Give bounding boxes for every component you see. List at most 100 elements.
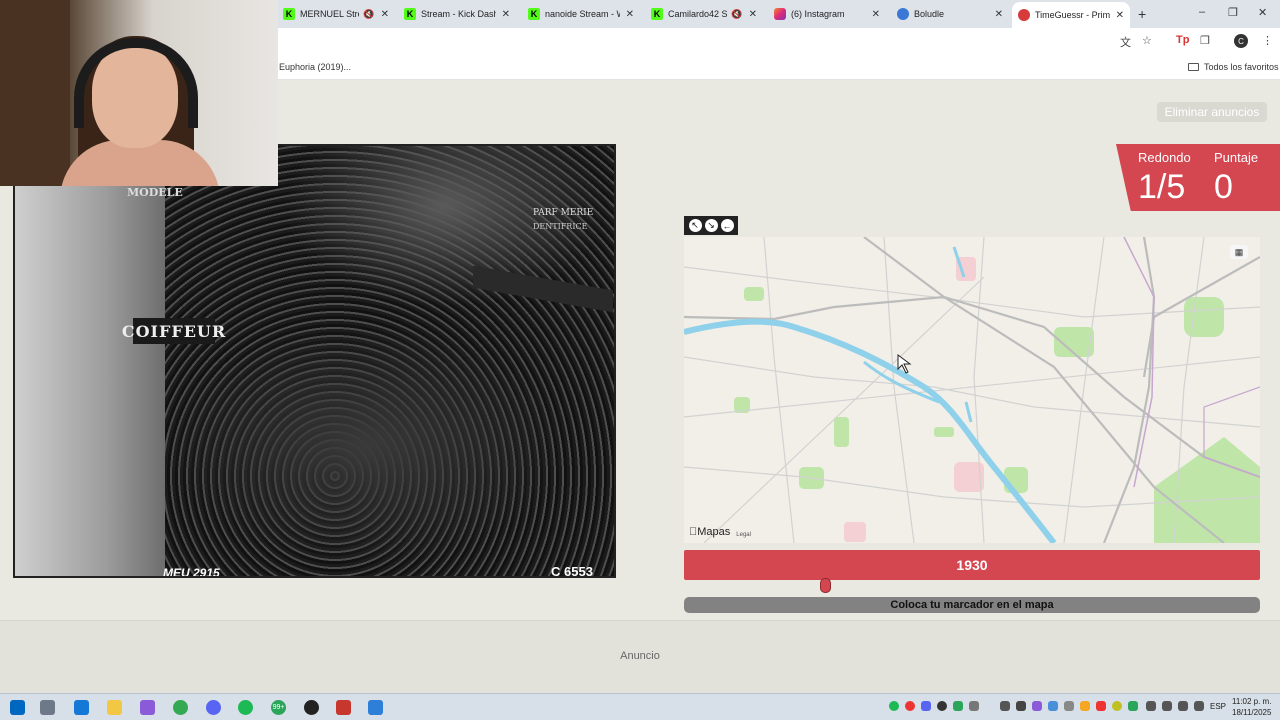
spotify-icon[interactable] — [238, 700, 253, 715]
folder-icon — [1188, 63, 1199, 71]
tray-icon[interactable] — [1112, 701, 1122, 711]
paint-icon[interactable] — [368, 700, 383, 715]
tab-camilardo[interactable]: K Camilardo42 Stre 🔇 ✕ — [645, 2, 763, 26]
chrome-icon[interactable] — [173, 700, 188, 715]
map-attribution-label: Mapas — [689, 526, 730, 538]
discord-icon[interactable] — [206, 700, 221, 715]
tray-icon[interactable] — [1064, 701, 1074, 711]
restore-icon[interactable]: ❐ — [1228, 6, 1238, 19]
bookmark-star-icon[interactable]: ☆ — [1142, 34, 1152, 47]
discord-tray-icon[interactable] — [921, 701, 931, 711]
tab-kick-dashboard[interactable]: K Stream - Kick Dashbo ✕ — [398, 2, 516, 26]
historic-photo: MODELE COIFFEUR PARF MERIE DENTIFRICE ME… — [13, 144, 616, 578]
tab-label: Camilardo42 Stre — [668, 9, 728, 19]
sign-dentifrice: DENTIFRICE — [533, 222, 588, 231]
close-icon[interactable]: ✕ — [995, 9, 1003, 20]
kick-icon: K — [528, 8, 540, 20]
translate-icon[interactable]: 文 — [1120, 34, 1131, 50]
network-icon[interactable] — [1162, 701, 1172, 711]
tray-icon[interactable] — [1048, 701, 1058, 711]
tray-icon[interactable] — [1080, 701, 1090, 711]
close-icon[interactable]: ✕ — [749, 9, 757, 20]
tray-icon[interactable] — [1000, 701, 1010, 711]
tab-label: Stream - Kick Dashbo — [421, 9, 496, 19]
extensions-puzzle-icon[interactable]: ❐ — [1200, 34, 1210, 47]
tray-icon[interactable] — [1128, 701, 1138, 711]
file-explorer-icon[interactable] — [107, 700, 122, 715]
year-display: 1930 — [684, 550, 1260, 580]
close-icon[interactable]: ✕ — [502, 9, 510, 20]
map-legal-link[interactable]: Legal — [736, 532, 751, 538]
obs-tray-icon[interactable] — [937, 701, 947, 711]
sign-parfumerie: PARF MERIE — [533, 208, 594, 218]
new-tab-button[interactable]: + — [1138, 6, 1146, 22]
close-icon[interactable]: ✕ — [872, 9, 880, 20]
score-value: 0 — [1214, 168, 1233, 206]
clock-date: 18/11/2025 — [1232, 708, 1272, 717]
menu-kebab-icon[interactable]: ⋮ — [1262, 34, 1273, 47]
muted-speaker-icon[interactable]: 🔇 — [731, 9, 742, 20]
score-panel: Redondo 1/5 Puntaje 0 — [1116, 144, 1280, 211]
bluetooth-icon[interactable] — [1016, 701, 1026, 711]
muted-speaker-icon[interactable]: 🔇 — [363, 9, 374, 20]
apple-icon:  — [689, 526, 697, 538]
spotify-tray-icon[interactable] — [889, 701, 899, 711]
close-window-icon[interactable]: ✕ — [1258, 6, 1267, 19]
obs-icon[interactable] — [304, 700, 319, 715]
tray-icon[interactable] — [953, 701, 963, 711]
place-marker-button[interactable]: Coloca tu marcador en el mapa — [684, 597, 1260, 613]
map-type-icon[interactable]: ▦ — [1230, 245, 1248, 259]
tab-timeguessr[interactable]: TimeGuessr - Primera ✕ — [1012, 2, 1130, 28]
headphones-icon — [74, 38, 198, 128]
tab-label: Boludle — [914, 9, 945, 19]
year-slider-track[interactable] — [684, 584, 1260, 588]
tab-nanoide[interactable]: K nanoide Stream - Wa ✕ — [522, 2, 640, 26]
tab-boludle[interactable]: Boludle ✕ — [891, 2, 1009, 26]
photo-date-mark: MEU 2915 — [163, 566, 220, 578]
guess-map[interactable]: ▦  Mapas Legal — [684, 237, 1260, 543]
tab-label: TimeGuessr - Primera — [1035, 10, 1110, 20]
remove-ads-button[interactable]: Eliminar anuncios — [1157, 102, 1267, 122]
boludle-icon — [897, 8, 909, 20]
bookmark-euphoria[interactable]: Euphoria (2019)... — [279, 62, 351, 72]
close-icon[interactable]: ✕ — [381, 9, 389, 20]
close-icon[interactable]: ✕ — [626, 9, 634, 20]
microphone-icon[interactable] — [1146, 701, 1156, 711]
tray-icon[interactable] — [1096, 701, 1106, 711]
all-bookmarks[interactable]: Todos los favoritos — [1188, 62, 1279, 72]
taskbar: 99+ ESP 11:02 p. m. 18/11/2025 — [0, 693, 1280, 720]
task-view-icon[interactable] — [40, 700, 55, 715]
ad-label: Anuncio — [620, 650, 660, 662]
year-slider-thumb[interactable] — [819, 578, 831, 593]
video-editor-icon[interactable] — [336, 700, 351, 715]
kick-icon: K — [404, 8, 416, 20]
sign-modele: MODELE — [127, 186, 183, 199]
kick-icon: K — [651, 8, 663, 20]
tab-instagram[interactable]: (6) Instagram ✕ — [768, 2, 886, 26]
tab-mernuel[interactable]: K MERNUEL Stream 🔇 ✕ — [277, 2, 395, 26]
tray-icon[interactable] — [969, 701, 979, 711]
outlook-icon[interactable] — [74, 700, 89, 715]
language-indicator[interactable]: ESP — [1210, 702, 1226, 711]
volume-icon[interactable] — [1178, 701, 1188, 711]
battery-icon[interactable] — [1194, 701, 1204, 711]
shrink-map-icon[interactable]: ↘ — [704, 219, 718, 232]
tray-icon[interactable] — [1032, 701, 1042, 711]
timeguessr-icon — [1018, 9, 1030, 21]
minimize-icon[interactable]: – — [1199, 6, 1205, 18]
system-clock[interactable]: 11:02 p. m. 18/11/2025 — [1232, 696, 1271, 718]
pin-map-icon[interactable]: ← — [720, 219, 734, 232]
photo-code-mark: C 6553 — [551, 564, 593, 578]
app-icon[interactable] — [140, 700, 155, 715]
profile-avatar[interactable]: C — [1234, 34, 1248, 48]
whatsapp-icon[interactable]: 99+ — [271, 700, 286, 715]
instagram-icon — [774, 8, 786, 20]
tab-label: MERNUEL Stream — [300, 9, 359, 19]
sign-coiffeur: COIFFEUR — [122, 318, 225, 344]
extension-icon[interactable]: Tp — [1176, 34, 1189, 46]
map-canvas — [684, 237, 1260, 543]
expand-map-icon[interactable]: ↖ — [688, 219, 702, 232]
close-icon[interactable]: ✕ — [1116, 10, 1124, 21]
tray-icon[interactable] — [905, 701, 915, 711]
windows-start-icon[interactable] — [10, 700, 25, 715]
